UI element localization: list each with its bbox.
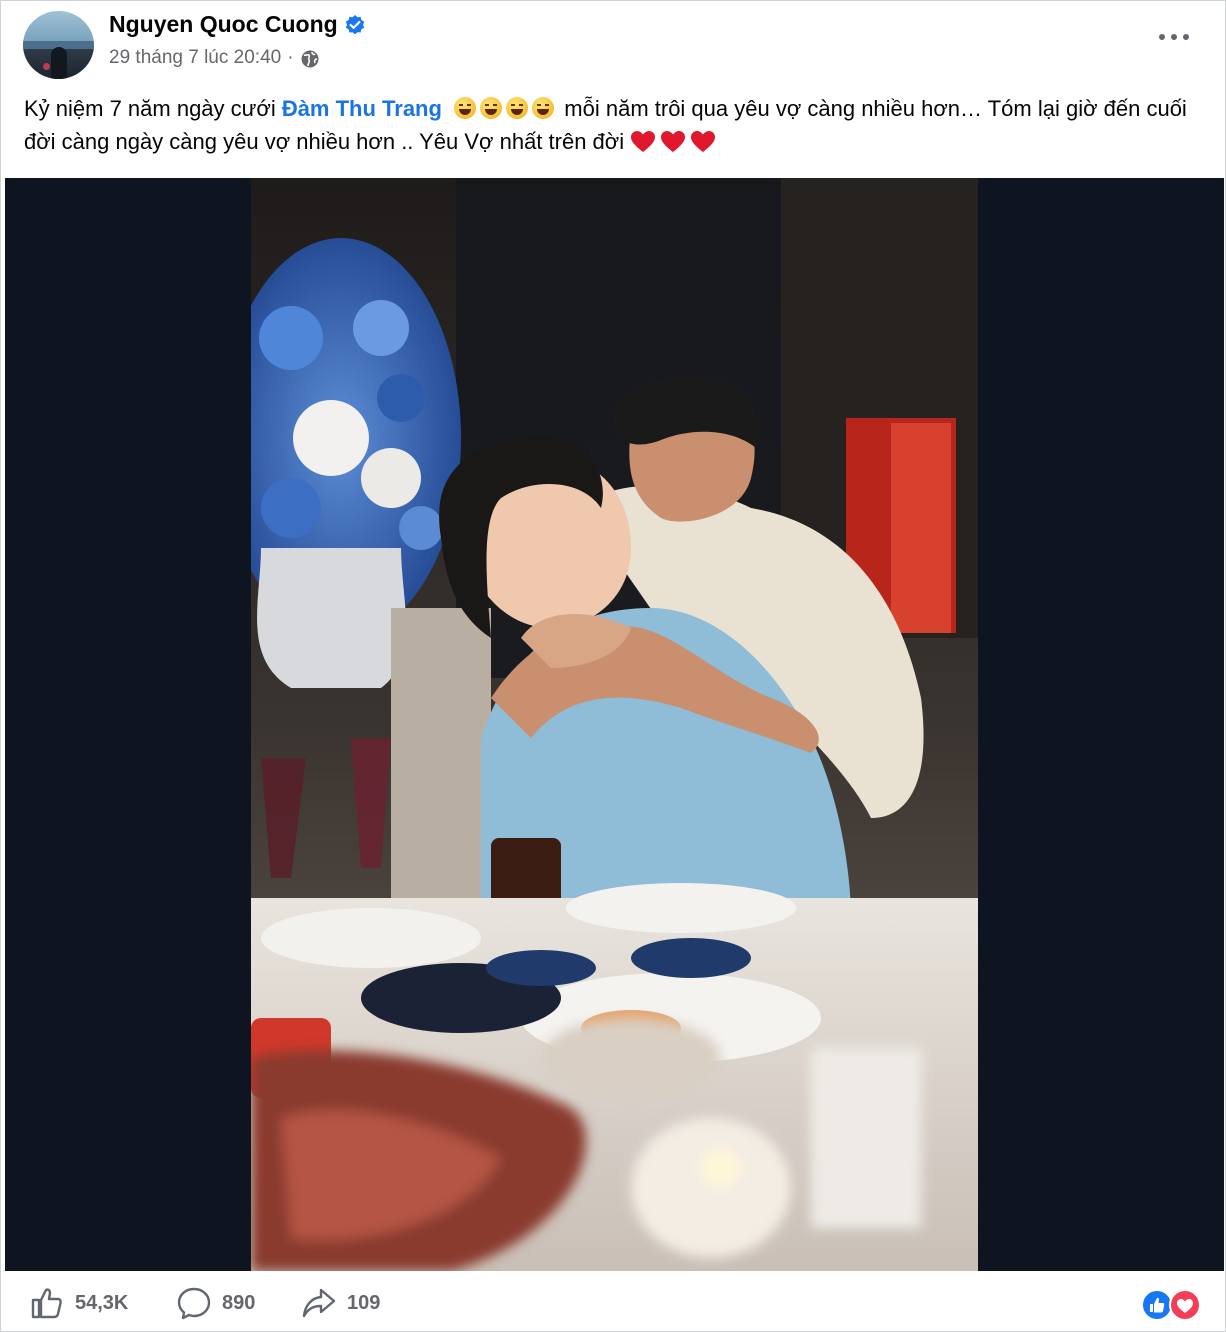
verified-badge-icon <box>345 14 364 34</box>
avatar[interactable] <box>23 11 94 79</box>
author-name[interactable]: Nguyen Quoc Cuong <box>109 11 338 38</box>
love-reaction-icon <box>1169 1289 1201 1321</box>
comment-count: 890 <box>222 1291 256 1314</box>
like-count: 54,3K <box>75 1291 129 1314</box>
thumbs-up-icon <box>31 1288 62 1319</box>
grinning-sweat-emoji <box>480 97 503 119</box>
meta-separator: · <box>287 46 294 68</box>
globe-icon <box>301 50 319 68</box>
share-count: 109 <box>347 1291 381 1314</box>
more-options-icon[interactable] <box>1159 31 1189 43</box>
smiling-sweat-emoji <box>506 97 529 119</box>
red-heart-emoji <box>631 131 656 152</box>
post-timestamp[interactable]: 29 tháng 7 lúc 20:40 <box>109 47 281 69</box>
winking-tongue-emoji <box>532 97 555 119</box>
caption-text-start: Kỷ niệm 7 năm ngày cưới <box>24 96 282 121</box>
reactions-summary[interactable] <box>1141 1289 1203 1321</box>
post-photo-container[interactable] <box>5 178 1224 1271</box>
post-actions-bar: 54,3K 890 109 <box>1 1273 1226 1332</box>
grinning-face-emoji <box>454 97 477 119</box>
red-heart-emoji <box>661 131 686 152</box>
comment-bubble-icon <box>177 1287 211 1320</box>
share-button[interactable]: 109 <box>301 1285 380 1321</box>
comment-button[interactable]: 890 <box>176 1285 255 1321</box>
post-card: Nguyen Quoc Cuong 29 tháng 7 lúc 20:40 ·… <box>0 0 1226 1332</box>
post-header: Nguyen Quoc Cuong 29 tháng 7 lúc 20:40 · <box>23 9 1203 79</box>
red-heart-emoji <box>691 131 716 152</box>
share-arrow-icon <box>302 1288 336 1318</box>
post-caption: Kỷ niệm 7 năm ngày cưới Đàm Thu Trang mỗ… <box>24 92 1204 158</box>
post-photo[interactable] <box>251 178 978 1271</box>
mention-link[interactable]: Đàm Thu Trang <box>282 96 442 121</box>
like-reaction-icon <box>1141 1289 1173 1321</box>
like-button[interactable]: 54,3K <box>29 1285 128 1321</box>
